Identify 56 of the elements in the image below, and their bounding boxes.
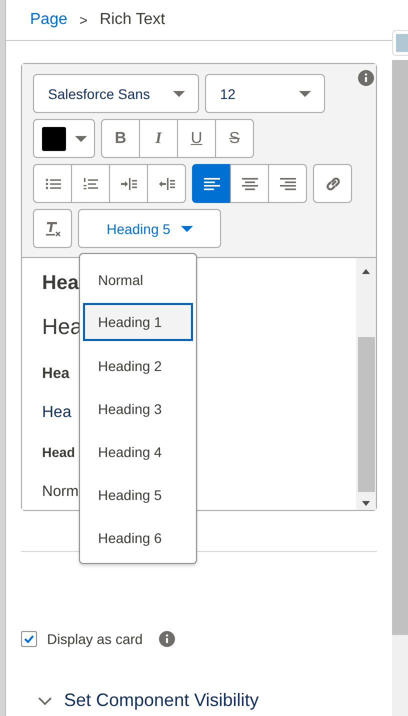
- numbered-list-button[interactable]: [71, 164, 110, 203]
- section-toggle[interactable]: Set Component Visibility: [38, 690, 259, 711]
- underline-button[interactable]: U: [177, 119, 216, 158]
- caret-icon: [74, 134, 88, 142]
- size-select[interactable]: 12: [205, 74, 325, 113]
- italic-button[interactable]: I: [139, 119, 178, 158]
- bulleted-list-icon: [44, 176, 60, 190]
- menu-option[interactable]: Heading 6: [83, 516, 193, 559]
- caret-icon: [180, 224, 194, 232]
- panel-handle[interactable]: [392, 30, 408, 56]
- checkbox[interactable]: [21, 631, 37, 647]
- caret-icon: [298, 90, 312, 98]
- heading-select[interactable]: Heading 5: [78, 209, 221, 248]
- menu-option[interactable]: Normal: [83, 258, 193, 301]
- align-right-button[interactable]: [268, 164, 307, 203]
- clear-formatting-icon: [44, 220, 60, 236]
- bold-button[interactable]: B: [101, 119, 140, 158]
- font-select[interactable]: Salesforce Sans: [33, 74, 199, 113]
- scrollbar-thumb[interactable]: [392, 60, 408, 635]
- editor-text-line: Hea: [42, 404, 72, 422]
- editor-text-line: Head: [42, 444, 76, 460]
- outdent-button[interactable]: [147, 164, 186, 203]
- strikethrough-button[interactable]: S: [215, 119, 254, 158]
- checkbox-label: Display as card: [47, 631, 143, 647]
- outdent-icon: [158, 176, 174, 190]
- link-button[interactable]: [313, 164, 352, 203]
- clear-formatting-button[interactable]: [33, 209, 72, 248]
- link-icon: [324, 174, 342, 192]
- editor-text-line: Norm: [42, 482, 79, 500]
- bulleted-list-button[interactable]: [33, 164, 72, 203]
- scroll-down-icon: [362, 501, 370, 506]
- info-icon: [158, 631, 175, 647]
- align-right-icon: [280, 176, 296, 190]
- breadcrumb-link[interactable]: Page: [30, 11, 68, 29]
- editor-scrollbar[interactable]: [356, 258, 376, 510]
- breadcrumb-separator: >: [79, 12, 88, 28]
- align-center-icon: [242, 176, 258, 190]
- menu-option[interactable]: Heading 2: [83, 344, 193, 387]
- menu-option[interactable]: Heading 3: [83, 387, 193, 430]
- menu-option[interactable]: Heading 4: [83, 430, 193, 473]
- breadcrumb-current: Rich Text: [100, 11, 166, 29]
- editor-text-line: Hea: [42, 364, 70, 382]
- align-center-button[interactable]: [230, 164, 269, 203]
- color-swatch-icon: [42, 126, 66, 150]
- editor-text-line: Hea: [42, 272, 79, 294]
- numbered-list-icon: [82, 176, 98, 190]
- text-color-button[interactable]: [33, 119, 95, 158]
- scroll-up-icon: [362, 269, 370, 274]
- indent-icon: [120, 176, 136, 190]
- caret-icon: [172, 90, 186, 98]
- menu-option[interactable]: Heading 5: [83, 473, 193, 516]
- menu-option[interactable]: Heading 1: [83, 303, 193, 341]
- checkmark-icon: [24, 635, 34, 643]
- align-left-button[interactable]: [192, 164, 231, 203]
- align-left-icon: [204, 176, 220, 190]
- indent-button[interactable]: [109, 164, 148, 203]
